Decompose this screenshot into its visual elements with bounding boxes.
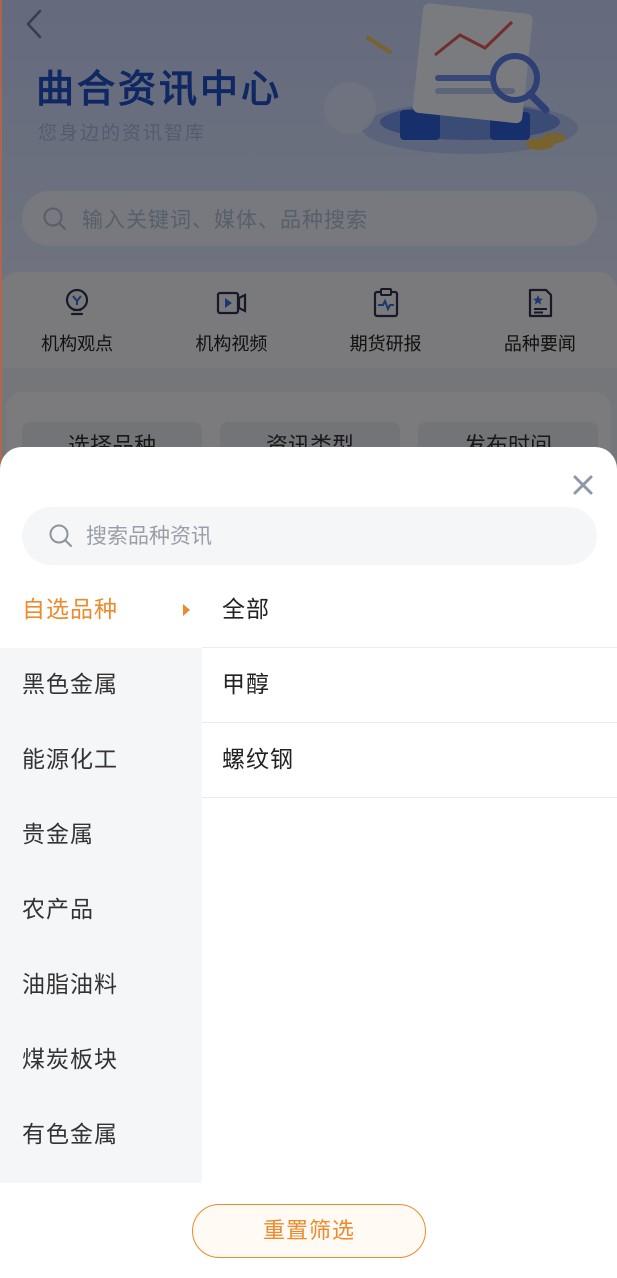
category-item-agricultural[interactable]: 农产品 [0,873,202,948]
category-label: 自选品种 [22,597,118,623]
category-label: 有色金属 [22,1122,118,1148]
category-label: 黑色金属 [22,672,118,698]
category-list: 自选品种 黑色金属 能源化工 贵金属 农产品 油脂油料 煤炭板块 有色金属 [0,573,202,1183]
variety-option-list: 全部 甲醇 螺纹钢 [202,573,617,798]
caret-right-icon [183,604,190,616]
category-item-nonferrous-metals[interactable]: 有色金属 [0,1098,202,1173]
category-item-oils-oilseeds[interactable]: 油脂油料 [0,948,202,1023]
category-label: 煤炭板块 [22,1047,118,1073]
category-item-coal[interactable]: 煤炭板块 [0,1023,202,1098]
reset-filter-button[interactable]: 重置筛选 [192,1204,426,1258]
category-item-precious-metals[interactable]: 贵金属 [0,798,202,873]
category-item-favorites[interactable]: 自选品种 [0,573,202,648]
option-item-methanol[interactable]: 甲醇 [202,648,617,723]
close-icon[interactable] [571,473,595,497]
variety-search-input[interactable] [86,516,546,556]
option-item-rebar[interactable]: 螺纹钢 [202,723,617,798]
category-item-energy-chemicals[interactable]: 能源化工 [0,723,202,798]
category-label: 农产品 [22,897,94,923]
category-label: 能源化工 [22,747,118,773]
category-label: 贵金属 [22,822,94,848]
variety-search-bar[interactable] [22,507,597,565]
category-item-ferrous-metals[interactable]: 黑色金属 [0,648,202,723]
option-item-all[interactable]: 全部 [202,573,617,648]
variety-filter-sheet: 自选品种 黑色金属 能源化工 贵金属 农产品 油脂油料 煤炭板块 有色金属 [0,447,617,1278]
search-icon [49,524,72,547]
category-label: 油脂油料 [22,972,118,998]
page: 曲合资讯中心 您身边的资讯智库 输入关键词、媒体、品种搜索 [0,0,617,1278]
